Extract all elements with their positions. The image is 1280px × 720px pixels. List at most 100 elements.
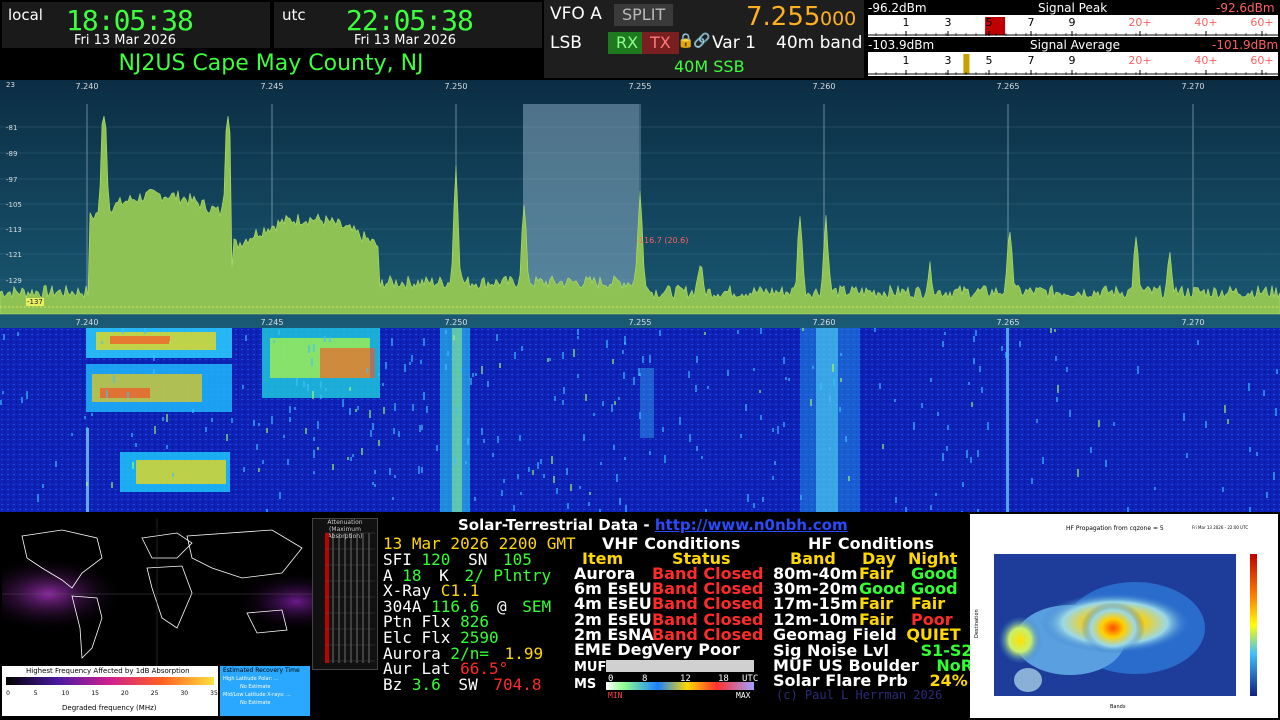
freq-label-top: 7.255 <box>629 82 652 91</box>
solar-index-text: SW <box>448 674 478 694</box>
meter-scale-label: 20+ <box>1128 54 1151 67</box>
link-icon[interactable]: 🔗 <box>693 33 710 49</box>
vfo-name[interactable]: VFO A <box>550 4 602 24</box>
recovery-line-1: High Latitude Polar: ... <box>223 676 279 682</box>
vfo-panel: VFO A SPLIT 7.255 000 LSB RX TX 🔒 🔗 Var … <box>544 0 864 78</box>
recovery-line-2: No Estimate <box>240 684 271 690</box>
band-label: 40m band <box>776 33 863 53</box>
ms-label: MS <box>574 677 597 692</box>
peak-right-dbm: -92.6dBm <box>1216 1 1275 15</box>
muf-label: MUF <box>574 660 607 675</box>
waterfall-display[interactable] <box>0 328 1280 512</box>
legend-tick: 25 <box>151 690 159 697</box>
legend-tick: 5 <box>34 690 38 697</box>
local-date: Fri 13 Mar 2026 <box>74 33 177 48</box>
meter-scale-label: 7 <box>1028 16 1035 29</box>
absorption-world-map <box>2 518 312 670</box>
heatmap-colorbar <box>1250 554 1257 696</box>
attenuation-scale <box>325 532 375 663</box>
meter-scale-label: 7 <box>1028 54 1035 67</box>
vhf-row: EME DegVery Poor <box>574 641 740 657</box>
spectrum-plot[interactable]: 7.240 7.245 7.250 7.255 7.260 7.265 7.270 7.24… <box>0 80 1280 328</box>
solar-index-text: @ <box>487 596 507 616</box>
freq-label-bottom: 7.265 <box>997 318 1020 327</box>
meter-scale-label: 40+ <box>1194 16 1217 29</box>
db-label: -81 <box>6 124 17 132</box>
meter-scale-label: 3 <box>945 16 952 29</box>
muf-tick: 8 <box>642 674 647 684</box>
muf-chart: 0 8 12 18 UTC MIN MAX <box>606 660 762 698</box>
db-label: -97 <box>6 176 17 184</box>
meter-scale-label: 5 <box>986 54 993 67</box>
attenuation-gauge: Attenuation (Maximum Absorption) <box>312 518 378 670</box>
utc-clock: utc 22:05:38 Fri 13 Mar 2026 <box>274 2 542 48</box>
avg-meter: 1 3 5 7 9 20+ 40+ 60+ <box>866 52 1280 76</box>
spectrum-display[interactable]: 7.240 7.245 7.250 7.255 7.260 7.265 7.270 7.24… <box>0 80 1280 328</box>
recovery-title: Estimated Recovery Time <box>223 667 300 674</box>
db-label: -121 <box>6 251 22 259</box>
peak-title: Signal Peak <box>1038 1 1108 15</box>
meter-scale-label: 40+ <box>1194 54 1217 67</box>
lock-icon[interactable]: 🔒 <box>677 33 694 49</box>
freq-label-bottom: 7.255 <box>629 318 652 327</box>
legend-tick: 0 <box>6 690 10 697</box>
legend-tick: 20 <box>121 690 129 697</box>
muf-tick: 12 <box>680 674 691 684</box>
legend-tick: 10 <box>62 690 70 697</box>
freq-label-bottom: 7.270 <box>1182 318 1205 327</box>
solar-url-link[interactable]: http://www.n0nbh.com <box>655 516 848 534</box>
avg-right-dbm: -101.9dBm <box>1212 38 1279 52</box>
solar-index-row: Bz 3.6 SW 704.8 <box>383 674 542 694</box>
signal-meters: -96.2dBm Signal Peak -92.6dBm 1 3 5 7 9 20+ 40… <box>866 0 1280 78</box>
muf-tick: 18 <box>718 674 729 684</box>
peak-meter: 1 3 5 7 9 20+ 40+ 60+ <box>866 15 1280 37</box>
split-button[interactable]: SPLIT <box>614 4 674 26</box>
muf-tick: 0 <box>608 674 613 684</box>
meter-scale-label: 20+ <box>1128 16 1151 29</box>
legend-tick: 35 <box>210 690 218 697</box>
freq-label-top: 7.270 <box>1182 82 1205 91</box>
freq-label-bottom: 7.250 <box>445 318 468 327</box>
muf-min-label: MIN <box>608 691 623 698</box>
meter-scale-label: 60+ <box>1250 16 1273 29</box>
db-label: -105 <box>6 201 22 209</box>
meter-scale-label: 5 <box>986 16 993 29</box>
freq-label-top: 7.245 <box>261 82 284 91</box>
db-label: -89 <box>6 150 17 158</box>
mode-label[interactable]: LSB <box>550 33 582 53</box>
var-label[interactable]: Var 1 <box>712 33 756 53</box>
rx-button[interactable]: RX <box>608 32 647 54</box>
meter-scale-label: 9 <box>1069 16 1076 29</box>
muf-max-label: MAX <box>736 691 751 698</box>
freq-label-top: 7.260 <box>813 82 836 91</box>
legend-title: Highest Frequency Affected by 1dB Absorp… <box>26 667 190 675</box>
prop-ylabel: Destination <box>974 609 980 638</box>
solar-title: Solar-Terrestrial Data - http://www.n0nb… <box>458 516 848 534</box>
solar-footer: (c) Paul L Herrman 2026 <box>776 688 943 702</box>
utc-date: Fri 13 Mar 2026 <box>354 33 457 48</box>
waterfall-image[interactable] <box>0 328 1280 512</box>
solar-index-text: Bz <box>383 674 403 694</box>
solar-date: 13 Mar 2026 2200 GMT <box>383 534 576 553</box>
recovery-box: Estimated Recovery Time High Latitude Po… <box>220 666 310 716</box>
legend-tick: 30 <box>180 690 188 697</box>
muf-tick: UTC <box>742 674 758 684</box>
hf-propagation-panel: HF Propagation from cqzone = 5 Fri Mar 1… <box>970 514 1278 718</box>
freq-label-top: 7.265 <box>997 82 1020 91</box>
peak-dbm: -96.2dBm <box>868 1 927 15</box>
avg-title: Signal Average <box>1030 38 1120 52</box>
recovery-line-3: Mid/Low Latitude X-rays: ... <box>223 692 291 698</box>
meter-scale-label: 3 <box>945 54 952 67</box>
vfo-frequency-sub: 000 <box>820 8 857 30</box>
propagation-heatmap: Bands Destination <box>974 554 1257 710</box>
vfo-frequency[interactable]: 7.255 <box>746 2 820 32</box>
db-label: 23 <box>6 81 15 89</box>
solar-title-text: Solar-Terrestrial Data - <box>458 516 650 534</box>
peak-meter-scale: 1 3 5 7 9 20+ 40+ 60+ <box>868 15 1278 37</box>
floor-label: -137 <box>26 298 44 306</box>
tx-button[interactable]: TX <box>642 32 679 54</box>
meter-scale-label: 60+ <box>1250 54 1273 67</box>
avg-level-bar <box>963 54 970 74</box>
cursor-readout: -116.7 (20.6) <box>636 236 689 245</box>
solar-index-text: SEM <box>512 596 552 616</box>
